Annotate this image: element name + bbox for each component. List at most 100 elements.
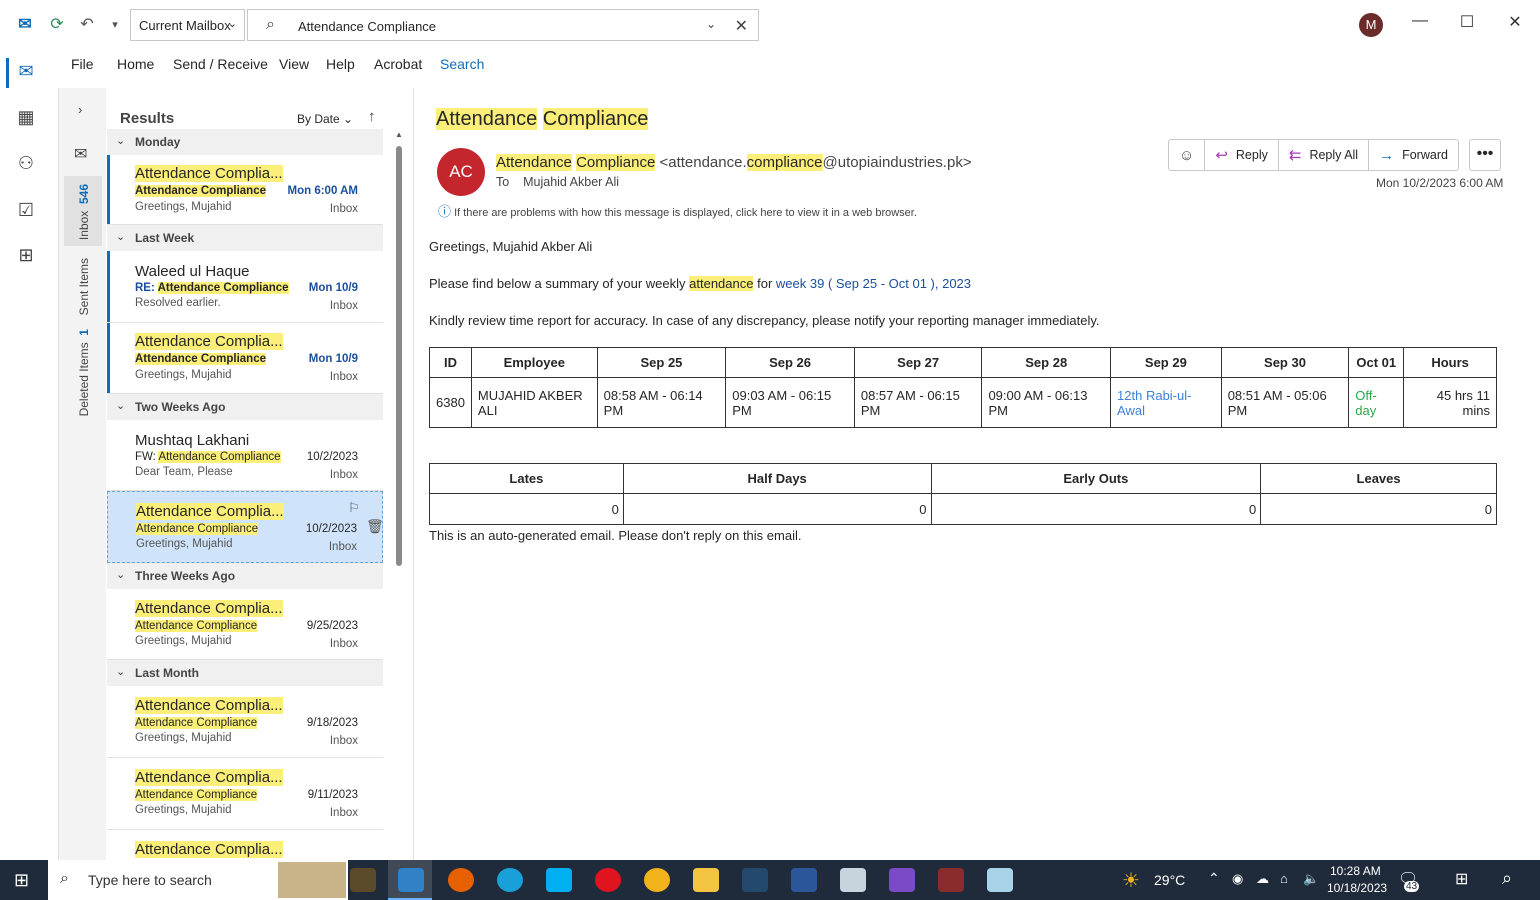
table-header: Hours (1403, 347, 1497, 378)
maximize-icon[interactable]: ☐ (1457, 12, 1477, 32)
expand-folder-pane-icon[interactable]: › (78, 102, 82, 117)
mail-icon[interactable]: ✉ (14, 61, 38, 85)
edge-icon[interactable] (497, 868, 523, 892)
list-item[interactable]: Attendance Complia... Attendance Complia… (107, 686, 383, 758)
undo-icon[interactable]: ↶ (76, 13, 98, 35)
app-icon[interactable] (987, 868, 1013, 892)
info-bar[interactable]: ⓘ If there are problems with how this me… (438, 201, 917, 220)
sql-icon[interactable] (742, 868, 768, 892)
list-item[interactable]: Attendance Complia... Attendance Complia… (107, 589, 383, 660)
scroll-up-icon[interactable]: ▲ (395, 130, 403, 139)
opera-icon[interactable] (595, 868, 621, 892)
emoji-react-button[interactable]: ☺ (1169, 140, 1206, 170)
winrar-icon[interactable] (938, 868, 964, 892)
clock-date[interactable]: 10/18/2023 (1327, 881, 1387, 895)
taskbar-search[interactable]: ⌕ Type here to search (48, 860, 348, 900)
people-icon[interactable]: ⚇ (14, 153, 38, 177)
meet-now-icon[interactable]: ◉ (1232, 871, 1243, 887)
list-item[interactable]: Waleed ul Haque RE: Attendance Complianc… (107, 251, 383, 323)
new-mail-icon[interactable]: ✉ (74, 144, 87, 164)
search-options-chevron-icon[interactable]: ⌄ (706, 17, 716, 31)
chevron-down-icon: ⌄ (343, 112, 354, 126)
table-header: Sep 28 (981, 347, 1112, 378)
weather-icon[interactable]: ☀ (1122, 868, 1140, 893)
app-icon[interactable] (840, 868, 866, 892)
tab-acrobat[interactable]: Acrobat (374, 56, 422, 72)
item-folder: Inbox (329, 371, 358, 383)
close-window-icon[interactable]: ✕ (1505, 12, 1525, 32)
clear-search-icon[interactable]: ✕ (735, 16, 748, 36)
search-input[interactable]: Attendance Compliance (298, 19, 436, 34)
group-header[interactable]: ⌄ Three Weeks Ago (107, 563, 383, 589)
more-actions-icon[interactable]: ••• (1469, 139, 1501, 171)
forward-button[interactable]: → Forward (1369, 140, 1458, 170)
word-icon[interactable] (791, 868, 817, 892)
sender-avatar[interactable]: AC (437, 148, 485, 196)
tab-view[interactable]: View (279, 56, 309, 72)
group-header[interactable]: ⌄ Monday (107, 129, 383, 155)
week-link[interactable]: week 39 ( Sep 25 - Oct 01 ), 2023 (776, 276, 971, 291)
visual-studio-icon[interactable] (889, 868, 915, 892)
group-header[interactable]: ⌄ Last Month (107, 660, 383, 686)
sync-icon[interactable]: ⟳ (46, 13, 68, 35)
mailbox-scope-select[interactable]: Current Mailbox ⌄ (130, 9, 245, 41)
windows-start-icon[interactable]: ⊞ (14, 870, 29, 891)
minimize-icon[interactable]: — (1410, 12, 1430, 30)
reply-label: Reply (1235, 148, 1268, 162)
quick-access-chevron-icon[interactable]: ▾ (104, 13, 126, 35)
folder-deleted-items[interactable]: Deleted Items 1 (77, 329, 91, 416)
list-item[interactable]: Attendance Complia... Attendance Complia… (107, 323, 383, 394)
sort-by-dropdown[interactable]: By Date ⌄ (297, 112, 353, 126)
desktop-icon[interactable]: ⊞ (1455, 869, 1468, 889)
summary-line: Please find below a summary of your week… (429, 276, 971, 291)
list-item[interactable]: Attendance Complia... (107, 830, 383, 860)
item-subject: Attendance Compliance (135, 717, 258, 729)
tab-help[interactable]: Help (326, 56, 355, 72)
chrome-icon[interactable] (644, 868, 670, 892)
tab-home[interactable]: Home (117, 56, 154, 72)
tray-chevron-icon[interactable]: ⌃ (1208, 870, 1220, 887)
volume-icon[interactable]: 🔈 (1303, 871, 1319, 887)
folder-inbox[interactable]: Inbox 546 (77, 184, 91, 240)
search-box[interactable]: ⌕ Attendance Compliance ⌄ ✕ (247, 9, 759, 41)
calendar-icon[interactable]: ▦ (14, 107, 38, 131)
list-item[interactable]: Attendance Complia... Attendance Complia… (107, 758, 383, 830)
app-icon[interactable] (350, 868, 376, 892)
recipient-name[interactable]: Mujahid Akber Ali (523, 175, 619, 189)
network-icon[interactable]: ⌂ (1280, 871, 1288, 886)
file-explorer-icon[interactable] (693, 868, 719, 892)
item-date: Mon 10/9 (308, 282, 358, 294)
tab-search[interactable]: Search (440, 56, 484, 72)
group-header[interactable]: ⌄ Last Week (107, 225, 383, 251)
tab-file[interactable]: File (71, 56, 94, 72)
apps-icon[interactable]: ⊞ (14, 245, 38, 269)
group-header[interactable]: ⌄ Two Weeks Ago (107, 394, 383, 420)
weather-temp[interactable]: 29°C (1154, 872, 1185, 888)
tasks-icon[interactable]: ☑ (14, 200, 38, 224)
reply-button[interactable]: ↩ Reply (1205, 140, 1279, 170)
list-item[interactable]: Attendance Complia... Attendance Complia… (107, 155, 383, 225)
subject-text: Attendance Compliance (158, 451, 281, 463)
sort-direction-icon[interactable]: ↑ (368, 108, 376, 125)
search-icon[interactable]: ⌕ (1502, 868, 1512, 889)
firefox-icon[interactable] (448, 868, 474, 892)
summary-highlight: attendance (689, 276, 754, 291)
item-date: Mon 10/9 (308, 353, 358, 365)
flag-icon[interactable]: ⚐ (348, 500, 360, 516)
table-cell-offday: Off-day (1348, 377, 1405, 428)
skype-icon[interactable] (546, 868, 572, 892)
folder-sent-items[interactable]: Sent Items (77, 258, 91, 315)
list-scrollbar-thumb[interactable] (396, 146, 402, 566)
list-item-selected[interactable]: Attendance Complia... Attendance Complia… (107, 491, 384, 563)
account-avatar[interactable]: M (1359, 13, 1383, 37)
tab-send-receive[interactable]: Send / Receive (173, 56, 268, 72)
clock-time[interactable]: 10:28 AM (1330, 864, 1381, 878)
sender-email-3: @utopiaindustries.pk> (822, 154, 972, 171)
reply-all-button[interactable]: ⇇ Reply All (1279, 140, 1370, 170)
onedrive-icon[interactable]: ☁ (1256, 871, 1269, 887)
table-cell: 09:03 AM - 06:15 PM (725, 377, 855, 428)
delete-icon[interactable]: 🗑 (366, 518, 384, 535)
sender-line[interactable]: Attendance Compliance <attendance.compli… (496, 154, 972, 171)
list-item[interactable]: Mushtaq Lakhani FW: Attendance Complianc… (107, 420, 383, 491)
taskbar-search-placeholder: Type here to search (88, 872, 212, 888)
